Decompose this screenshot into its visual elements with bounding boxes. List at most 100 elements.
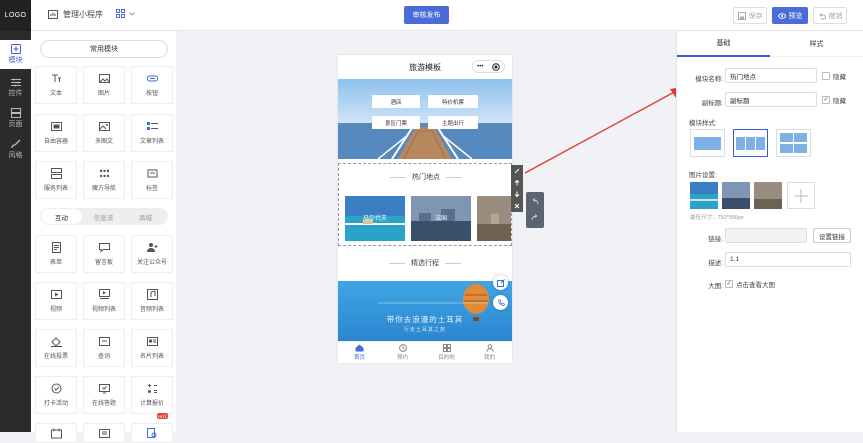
module-extra-3[interactable] bbox=[131, 423, 173, 443]
phone-float-button[interactable] bbox=[493, 295, 508, 310]
module-text[interactable]: 文本 bbox=[35, 66, 77, 104]
add-image-button[interactable] bbox=[787, 182, 815, 209]
big-image-label: 大图: bbox=[708, 283, 723, 290]
pier-image bbox=[477, 196, 511, 241]
tab-mall[interactable]: 商城 bbox=[125, 209, 166, 224]
tab-interaction[interactable]: 互动 bbox=[41, 209, 82, 224]
share-float-button[interactable] bbox=[493, 275, 508, 290]
module-label: 图片 bbox=[97, 91, 110, 97]
module-lookup[interactable]: 查词 bbox=[83, 329, 125, 367]
trip-section-title: 精选行程 bbox=[338, 258, 512, 268]
preview-button[interactable]: 预览 bbox=[772, 7, 808, 24]
undo-button[interactable]: 撤销 bbox=[813, 7, 847, 24]
tab-style[interactable]: 样式 bbox=[770, 31, 863, 57]
module-cube-nav[interactable]: 魔方导航 bbox=[83, 161, 125, 199]
multi-article-icon bbox=[98, 121, 110, 132]
selected-image[interactable] bbox=[754, 182, 782, 209]
module-label: 文章列表 bbox=[139, 139, 164, 145]
miniprogram-capsule[interactable]: ••• bbox=[472, 60, 505, 73]
audit-publish-button[interactable]: 审核发布 bbox=[404, 6, 449, 24]
arrow-up-icon[interactable] bbox=[514, 179, 520, 186]
pier-sea-image bbox=[338, 79, 512, 159]
common-modules-header[interactable]: 常用模块 bbox=[40, 40, 168, 58]
module-checkin[interactable]: 打卡活动 bbox=[35, 376, 77, 414]
module-button[interactable]: 按钮 bbox=[131, 66, 173, 104]
tab-destination[interactable]: 目的地 bbox=[425, 344, 468, 361]
checkbox-box: ✓ bbox=[822, 96, 830, 104]
module-extra-1[interactable] bbox=[35, 423, 77, 443]
tab-bar: 首页 预约 目的地 我的 bbox=[338, 341, 512, 363]
module-card-list[interactable]: 名片列表 bbox=[131, 329, 173, 367]
module-form[interactable]: 表单 bbox=[35, 235, 77, 273]
module-quiz[interactable]: 在线答题 bbox=[83, 376, 125, 414]
module-audio-list[interactable]: 音频列表 bbox=[131, 282, 173, 320]
style-option-grid[interactable] bbox=[776, 129, 811, 157]
place-card[interactable]: 法国 bbox=[411, 196, 471, 241]
trip-banner-title: 带你去浪漫的土耳其 bbox=[386, 315, 464, 324]
redo-icon[interactable] bbox=[531, 214, 539, 221]
module-video-list[interactable]: 视频列表 bbox=[83, 282, 125, 320]
checkbox-box: ✓ bbox=[725, 280, 733, 288]
form-icon bbox=[51, 242, 62, 253]
module-tag[interactable]: 标签 bbox=[131, 161, 173, 199]
close-icon[interactable] bbox=[514, 203, 520, 209]
link-input[interactable] bbox=[725, 228, 807, 243]
tab-mine[interactable]: 我的 bbox=[468, 344, 511, 361]
set-link-button[interactable]: 设置链接 bbox=[813, 228, 851, 243]
target-icon bbox=[492, 62, 500, 71]
module-name-input[interactable]: 热门地点 bbox=[725, 68, 817, 83]
module-extra-2[interactable] bbox=[83, 423, 125, 443]
pier-thumb bbox=[754, 182, 782, 209]
arrow-down-icon[interactable] bbox=[514, 191, 520, 198]
image-size-hint: 最佳尺寸：750*556px bbox=[690, 215, 744, 221]
style-option-three[interactable] bbox=[733, 129, 768, 157]
module-image[interactable]: 图片 bbox=[83, 66, 125, 104]
trip-banner[interactable]: 带你去浪漫的土耳其 行走土耳其之旅 bbox=[338, 281, 512, 341]
undo-icon[interactable] bbox=[531, 198, 539, 205]
nav-item-pages[interactable]: 页面 bbox=[0, 104, 31, 133]
module-vote[interactable]: 在线投票 bbox=[35, 329, 77, 367]
nav-item-modules[interactable]: 模块 bbox=[0, 40, 31, 69]
selected-image[interactable] bbox=[690, 182, 718, 209]
manage-miniprogram-button[interactable]: 管理小程序 bbox=[48, 9, 103, 20]
description-input[interactable]: 1.1 bbox=[725, 252, 851, 267]
banner-button-theme[interactable]: 主题出行 bbox=[428, 116, 478, 129]
subtitle-input[interactable]: 副标题 bbox=[725, 92, 817, 107]
tab-basic[interactable]: 基础 bbox=[677, 31, 770, 57]
banner-module[interactable]: 酒店 特价机票 景区门票 主题出行 bbox=[338, 79, 512, 159]
tab-feed[interactable]: 信息流 bbox=[83, 209, 124, 224]
module-video[interactable]: 视频 bbox=[35, 282, 77, 320]
app-switcher[interactable] bbox=[116, 9, 135, 18]
save-button[interactable]: 保存 bbox=[733, 7, 767, 24]
tab-home[interactable]: 首页 bbox=[338, 344, 381, 361]
module-label: 打卡活动 bbox=[43, 401, 68, 407]
lookup-icon bbox=[98, 336, 110, 347]
style-option-single[interactable] bbox=[690, 129, 725, 157]
module-quote-calc[interactable]: 计算报价 bbox=[131, 376, 173, 414]
search-doc-icon bbox=[146, 428, 158, 439]
banner-button-hotel[interactable]: 酒店 bbox=[372, 95, 420, 108]
eye-icon bbox=[777, 12, 786, 19]
hide-subtitle-checkbox[interactable]: ✓ 隐藏 bbox=[822, 95, 846, 105]
link-label: 链接: bbox=[708, 236, 723, 243]
banner-button-flight[interactable]: 特价机票 bbox=[428, 95, 478, 108]
module-multi-article[interactable]: 多图文 bbox=[83, 114, 125, 152]
module-article-list[interactable]: 文章列表 bbox=[131, 114, 173, 152]
place-card[interactable] bbox=[477, 196, 511, 241]
module-label: 名片列表 bbox=[139, 354, 164, 360]
module-follow-account[interactable]: 关注公众号 bbox=[131, 235, 173, 273]
selected-image[interactable] bbox=[722, 182, 750, 209]
hide-title-checkbox[interactable]: 隐藏 bbox=[822, 71, 846, 81]
banner-button-tickets[interactable]: 景区门票 bbox=[372, 116, 420, 129]
place-card[interactable]: 马尔代夫 bbox=[345, 196, 405, 241]
big-image-checkbox[interactable]: ✓ 点击查看大图 bbox=[725, 279, 775, 289]
logo: LOGO bbox=[0, 0, 31, 31]
module-free-container[interactable]: 自由容器 bbox=[35, 114, 77, 152]
tab-booking[interactable]: 预约 bbox=[381, 344, 424, 361]
module-service-list[interactable]: 服务列表 bbox=[35, 161, 77, 199]
nav-item-style[interactable]: 风格 bbox=[0, 135, 31, 164]
hot-places-module[interactable]: 热门地点 马尔代夫 法国 bbox=[338, 163, 512, 246]
module-label: 查词 bbox=[97, 354, 110, 360]
nav-item-controls[interactable]: 控件 bbox=[0, 73, 31, 102]
module-message-board[interactable]: 留言板 bbox=[83, 235, 125, 273]
